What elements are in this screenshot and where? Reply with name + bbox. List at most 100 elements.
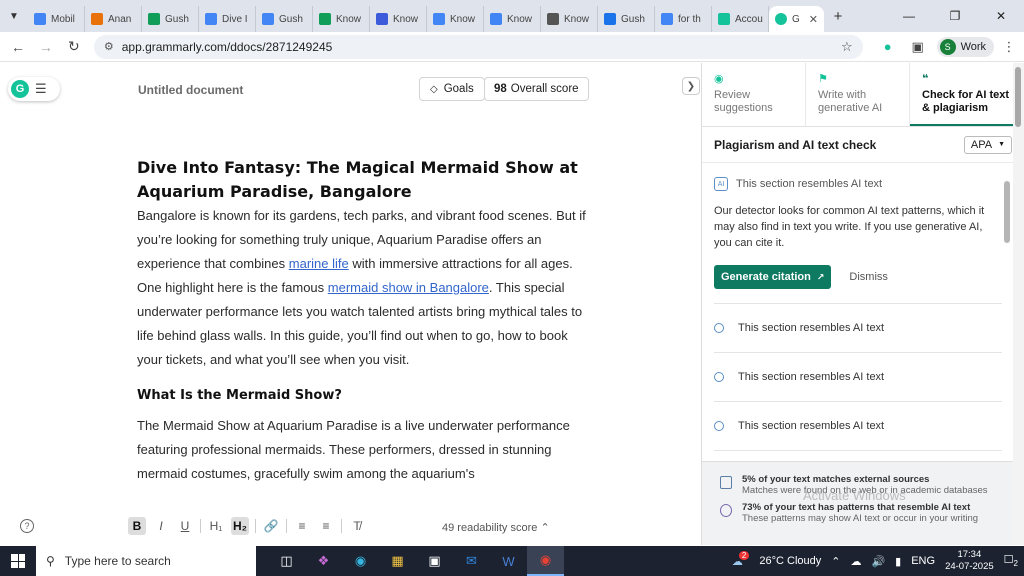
- browser-tab[interactable]: Know: [484, 6, 541, 32]
- paragraph-2[interactable]: One highlight here is the famous mermaid…: [137, 276, 589, 372]
- site-info-icon[interactable]: ⚙: [104, 40, 114, 53]
- grammarly-extension-icon[interactable]: ●: [873, 39, 903, 54]
- bookmark-star-icon[interactable]: ☆: [841, 39, 853, 55]
- results-list: AI This section resembles AI text Our de…: [702, 165, 1014, 461]
- list-item[interactable]: This section resembles AI text: [714, 304, 1002, 353]
- browser-tab[interactable]: Anan: [85, 6, 142, 32]
- store-icon[interactable]: ▣: [416, 546, 453, 576]
- word-icon[interactable]: W: [490, 546, 527, 576]
- close-window-icon[interactable]: ✕: [978, 0, 1024, 32]
- browser-tab[interactable]: Know: [541, 6, 598, 32]
- italic-icon[interactable]: I: [152, 517, 170, 535]
- ai-dot-icon: [714, 421, 724, 431]
- browser-tab[interactable]: Dive I: [199, 6, 256, 32]
- browser-tab[interactable]: Gush: [256, 6, 313, 32]
- readability-score[interactable]: 49 readability score ⌃: [442, 521, 550, 534]
- tab-favicon-icon: [319, 13, 331, 25]
- copilot-icon[interactable]: ❖: [305, 546, 342, 576]
- tab-favicon-icon: [34, 13, 46, 25]
- bullet-list-icon[interactable]: ≡: [317, 517, 335, 535]
- kebab-menu-icon[interactable]: ⋮: [994, 39, 1024, 55]
- weather-text[interactable]: 26°C Cloudy: [759, 555, 821, 567]
- address-bar[interactable]: ⚙ app.grammarly.com/ddocs/2871249245 ☆: [93, 34, 863, 59]
- ai-circle-icon: [720, 504, 732, 517]
- panel-scrollbar[interactable]: [1004, 181, 1010, 243]
- citation-style-select[interactable]: APA ▼: [963, 135, 1012, 154]
- dismiss-button[interactable]: Dismiss: [849, 271, 888, 283]
- tab-search-button[interactable]: ▼: [0, 0, 28, 32]
- underline-icon[interactable]: U: [176, 517, 194, 535]
- numbered-list-icon[interactable]: ≡: [293, 517, 311, 535]
- link-icon[interactable]: 🔗: [262, 517, 280, 535]
- battery-icon[interactable]: ▮: [895, 555, 901, 568]
- goals-button[interactable]: ◇ Goals: [419, 77, 485, 101]
- bold-icon[interactable]: B: [128, 517, 146, 535]
- heading1-icon[interactable]: H₁: [207, 517, 225, 535]
- avatar: S: [939, 38, 956, 55]
- tab-favicon-icon: [547, 13, 559, 25]
- language-indicator[interactable]: ENG: [911, 555, 935, 567]
- tab-favicon-icon: [433, 13, 445, 25]
- browser-tab[interactable]: Accou: [712, 6, 769, 32]
- document-title[interactable]: Untitled document: [138, 83, 243, 97]
- section-heading[interactable]: What Is the Mermaid Show?: [137, 384, 589, 408]
- chevron-up-icon: ⌃: [540, 522, 550, 534]
- file-explorer-icon[interactable]: ▦: [379, 546, 416, 576]
- search-icon: ⚲: [46, 554, 55, 568]
- browser-tab[interactable]: for th: [655, 6, 712, 32]
- browser-tab[interactable]: Know: [313, 6, 370, 32]
- speaker-icon[interactable]: 🔊: [871, 555, 885, 568]
- list-item[interactable]: This section resembles AI text: [714, 402, 1002, 451]
- minimize-icon[interactable]: —: [886, 0, 932, 32]
- profile-button[interactable]: S Work: [936, 36, 995, 57]
- marine-life-link[interactable]: marine life: [289, 256, 349, 271]
- tab-ai-plagiarism[interactable]: ❝ Check for AI text & plagiarism: [910, 63, 1014, 126]
- browser-tab[interactable]: Know: [427, 6, 484, 32]
- new-tab-button[interactable]: +: [824, 8, 852, 25]
- edge-icon[interactable]: ◉: [342, 546, 379, 576]
- reload-icon[interactable]: ↻: [60, 38, 88, 55]
- browser-tab[interactable]: Gush: [142, 6, 199, 32]
- browser-tab[interactable]: Know: [370, 6, 427, 32]
- generate-citation-button[interactable]: Generate citation ↗: [714, 265, 832, 289]
- tab-write-with-ai[interactable]: ⚑ Write with generative AI: [806, 63, 910, 126]
- chrome-icon[interactable]: ◉: [527, 546, 564, 576]
- clear-format-icon[interactable]: T̸: [348, 517, 366, 535]
- tray-chevron-icon[interactable]: ⌃: [831, 555, 840, 568]
- list-item[interactable]: This section resembles AI text: [714, 353, 1002, 402]
- grammarly-logo-icon: G: [11, 80, 29, 98]
- forward-arrow-icon[interactable]: →: [32, 39, 60, 55]
- url-text[interactable]: app.grammarly.com/ddocs/2871249245: [122, 40, 333, 54]
- help-icon[interactable]: ?: [20, 519, 34, 533]
- back-arrow-icon[interactable]: ←: [4, 39, 32, 55]
- browser-toolbar: ← → ↻ ⚙ app.grammarly.com/ddocs/28712492…: [0, 32, 1024, 62]
- browser-tab[interactable]: Mobil: [28, 6, 85, 32]
- collapse-panel-button[interactable]: ❯: [682, 77, 700, 95]
- overall-score-button[interactable]: 98 Overall score: [484, 77, 589, 101]
- extensions-puzzle-icon[interactable]: ▣: [903, 39, 933, 55]
- tab-review-suggestions[interactable]: ◉ Review suggestions: [702, 63, 806, 126]
- browser-tab[interactable]: Gush: [598, 6, 655, 32]
- tab-label: Know: [450, 13, 476, 25]
- document-body[interactable]: Dive Into Fantasy: The Magical Mermaid S…: [137, 156, 589, 486]
- clock[interactable]: 17:34 24-07-2025: [945, 549, 994, 573]
- tab-active[interactable]: G ✕: [769, 6, 824, 32]
- heading2-icon[interactable]: H₂: [231, 517, 249, 535]
- tab-label: Know: [507, 13, 533, 25]
- network-icon[interactable]: ☁: [850, 555, 861, 568]
- start-button[interactable]: [0, 546, 36, 576]
- outlook-icon[interactable]: ✉: [453, 546, 490, 576]
- notification-icon[interactable]: ☐2: [1004, 553, 1018, 568]
- paragraph-3[interactable]: The Mermaid Show at Aquarium Paradise is…: [137, 414, 589, 486]
- mermaid-show-link[interactable]: mermaid show in Bangalore: [328, 280, 489, 295]
- taskbar-search[interactable]: ⚲ Type here to search: [36, 546, 256, 576]
- article-title[interactable]: Dive Into Fantasy: The Magical Mermaid S…: [137, 156, 589, 204]
- page-scrollbar[interactable]: [1013, 63, 1024, 545]
- ai-result-card[interactable]: AI This section resembles AI text Our de…: [702, 165, 1014, 304]
- grammarly-menu-button[interactable]: G ☰: [8, 77, 60, 101]
- task-view-icon[interactable]: ◫: [268, 546, 305, 576]
- windows-taskbar: ⚲ Type here to search ◫ ❖ ◉ ▦ ▣ ✉ W ◉ ☁ …: [0, 546, 1024, 576]
- restore-icon[interactable]: ❐: [932, 0, 978, 32]
- close-tab-icon[interactable]: ✕: [809, 13, 818, 26]
- paragraph-1[interactable]: Bangalore is known for its gardens, tech…: [137, 204, 589, 276]
